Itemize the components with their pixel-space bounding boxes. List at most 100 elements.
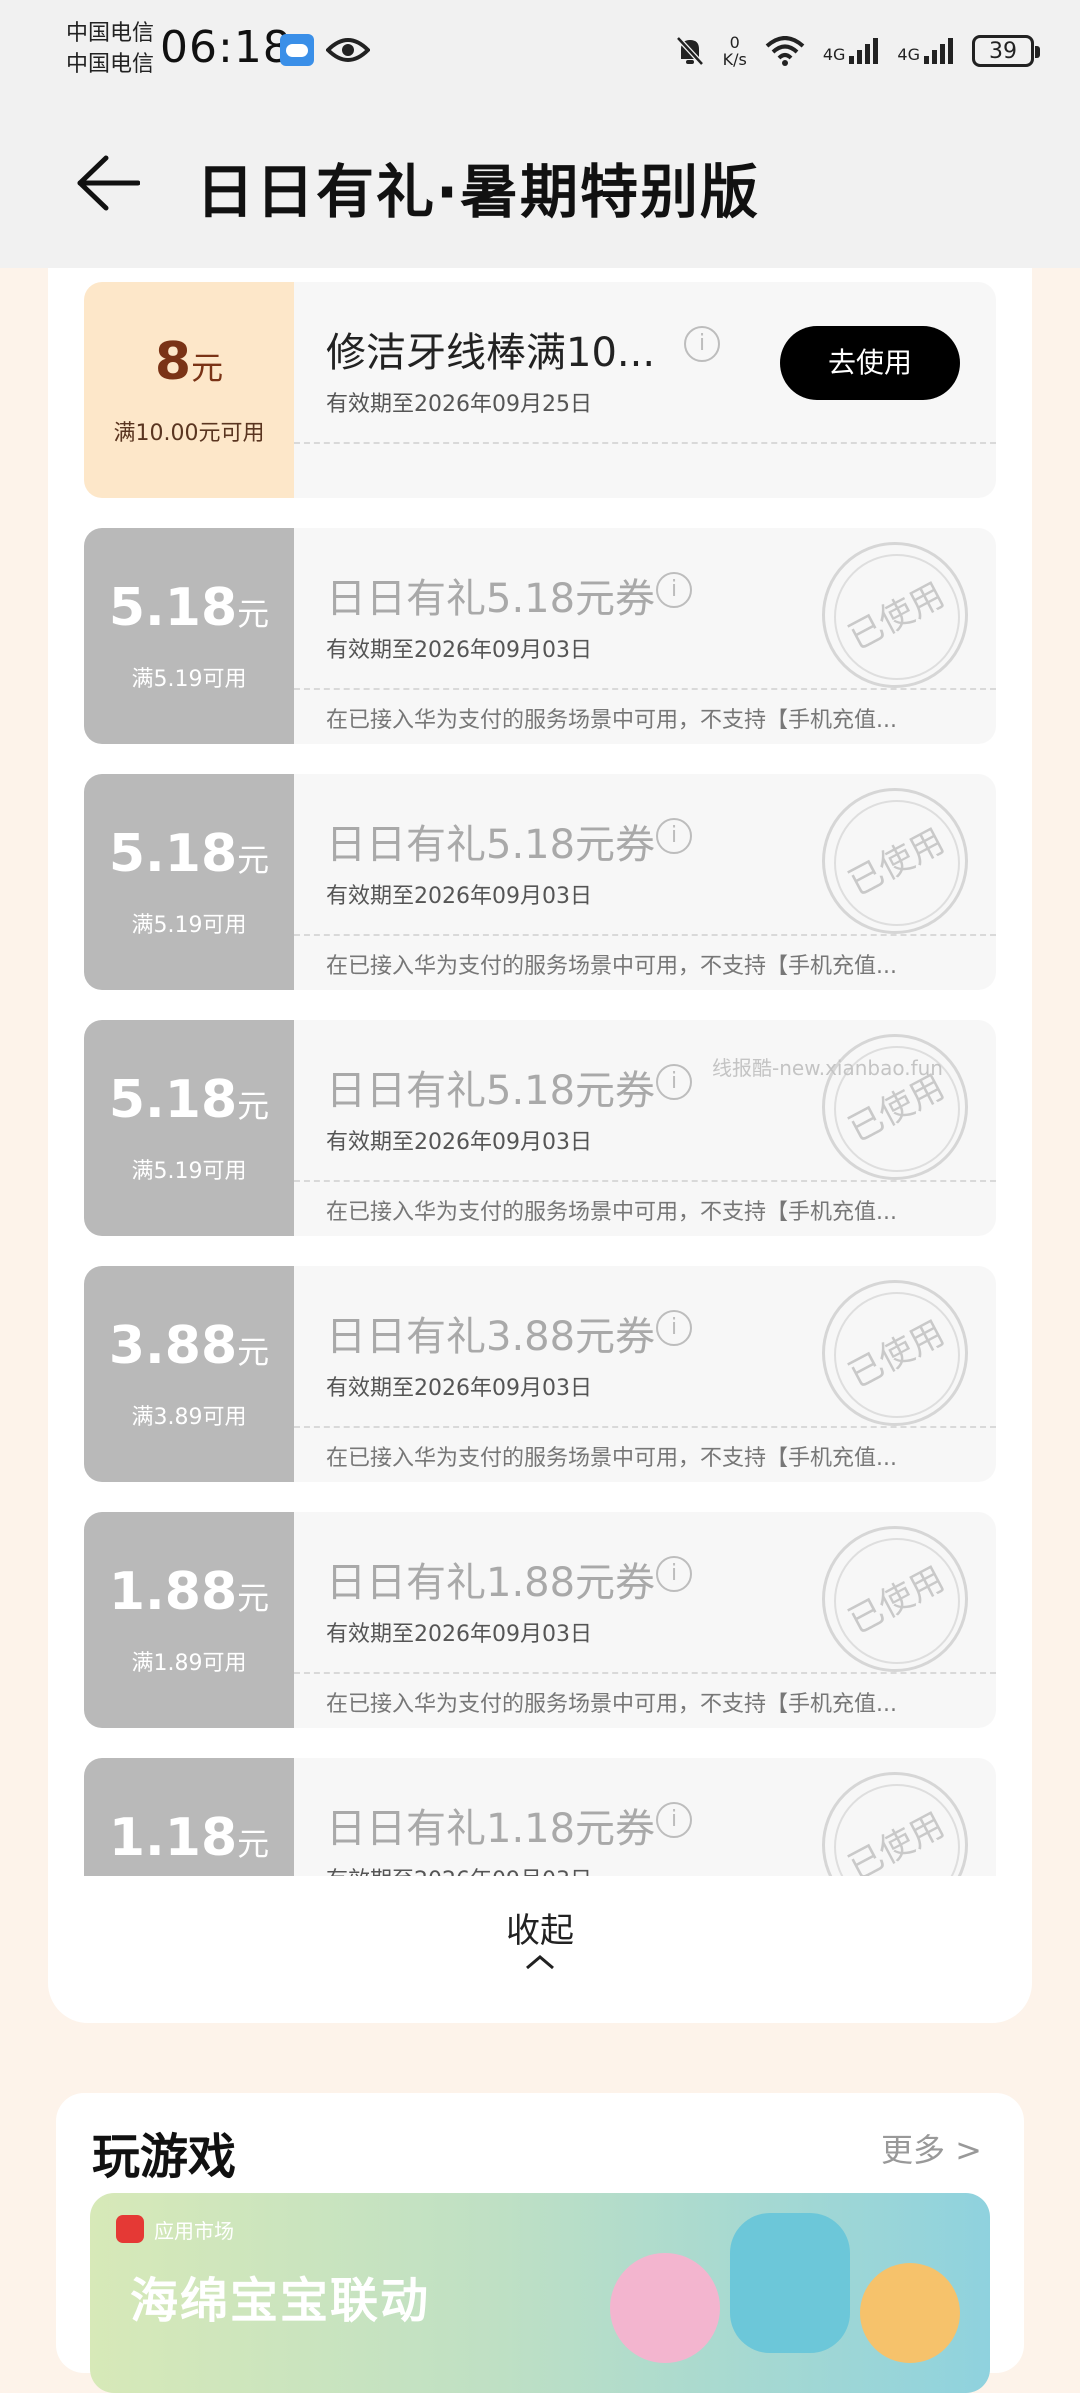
coupon-condition: 满5.19可用 xyxy=(131,913,247,938)
coupon-description: 在已接入华为支付的服务场景中可用，不支持【手机充值... xyxy=(326,1446,897,1471)
signal-1-label: 4G xyxy=(822,45,846,64)
weather-icon xyxy=(280,34,314,66)
coupon-details: 日日有礼5.18元券 i 有效期至2026年09月03日 在已接入华为支付的服务… xyxy=(294,528,996,744)
divider xyxy=(294,688,996,690)
signal-bars-icon xyxy=(849,38,879,64)
coupon-name: 日日有礼1.88元券 xyxy=(326,1560,656,1606)
back-arrow-icon[interactable] xyxy=(76,154,140,212)
coupon-description: 在已接入华为支付的服务场景中可用，不支持【手机充值... xyxy=(326,708,897,733)
more-link[interactable]: 更多 > xyxy=(881,2125,982,2171)
used-stamp: 已使用 xyxy=(822,788,968,934)
game-banner[interactable]: 应用市场 海绵宝宝联动 xyxy=(90,2193,990,2393)
coupon-details: 日日有礼3.88元券 i 有效期至2026年09月03日 在已接入华为支付的服务… xyxy=(294,1266,996,1482)
info-icon[interactable]: i xyxy=(656,818,692,854)
coupon-validity: 有效期至2026年09月03日 xyxy=(326,1862,592,1876)
used-stamp: 已使用 xyxy=(822,542,968,688)
carrier-1: 中国电信 xyxy=(66,21,155,46)
watermark: 线报酷-new.xianbao.fun xyxy=(712,1056,943,1080)
coupon-name: 修洁牙线棒满10... xyxy=(326,330,656,376)
coupon-validity: 有效期至2026年09月03日 xyxy=(326,1376,592,1401)
coupon-amount-block: 1.88元 满1.89可用 xyxy=(84,1512,294,1728)
coupon-validity: 有效期至2026年09月03日 xyxy=(326,638,592,663)
banner-store-label: 应用市场 xyxy=(154,2219,234,2243)
coupon-description: 在已接入华为支付的服务场景中可用，不支持【手机充值... xyxy=(326,954,897,979)
coupon-card: 3.88元 满3.89可用 日日有礼3.88元券 i 有效期至2026年09月0… xyxy=(84,1266,996,1482)
wifi-icon xyxy=(765,36,805,66)
chevron-up-icon[interactable] xyxy=(524,1953,556,1971)
coupon-amount-block: 1.18元 xyxy=(84,1758,294,1876)
coupon-name: 日日有礼5.18元券 xyxy=(326,1068,656,1114)
info-icon[interactable]: i xyxy=(656,1310,692,1346)
coupon-amount: 8元 xyxy=(154,332,224,392)
info-icon[interactable]: i xyxy=(656,1802,692,1838)
coupon-description: 在已接入华为支付的服务场景中可用，不支持【手机充值... xyxy=(326,1200,897,1225)
battery-indicator: 39 xyxy=(972,35,1040,67)
signal-2-label: 4G xyxy=(897,45,920,64)
coupon-panel: 8元 满10.00元可用 修洁牙线棒满10... i 有效期至2026年09月2… xyxy=(48,268,1032,2023)
coupon-amount-block: 5.18元 满5.19可用 xyxy=(84,528,294,744)
coupon-condition: 满5.19可用 xyxy=(131,667,247,692)
coupon-card: 1.18元 日日有礼1.18元券 i 有效期至2026年09月03日 已使用 xyxy=(84,1758,996,1876)
coupon-validity: 有效期至2026年09月03日 xyxy=(326,1130,592,1155)
divider xyxy=(294,442,996,444)
status-icons: 0 K/s 4G 4G 39 xyxy=(675,26,1040,76)
coupon-card: 5.18元 满5.19可用 日日有礼5.18元券 i 有效期至2026年09月0… xyxy=(84,774,996,990)
banner-character-image xyxy=(860,2263,960,2363)
net-speed: 0 K/s xyxy=(723,34,747,68)
carrier-2: 中国电信 xyxy=(66,52,155,77)
top-area: 中国电信 中国电信 06:18 0 K/s 4G 4G 39 日日有礼·暑期特别… xyxy=(0,0,1080,268)
coupon-amount-block: 8元 满10.00元可用 xyxy=(84,282,294,498)
status-bar: 中国电信 中国电信 06:18 0 K/s 4G 4G 39 xyxy=(0,0,1080,100)
info-icon[interactable]: i xyxy=(656,572,692,608)
coupon-name: 日日有礼5.18元券 xyxy=(326,822,656,868)
coupon-amount-block: 5.18元 满5.19可用 xyxy=(84,1020,294,1236)
coupon-validity: 有效期至2026年09月25日 xyxy=(326,392,592,417)
eye-icon xyxy=(326,38,370,62)
coupon-name: 日日有礼5.18元券 xyxy=(326,576,656,622)
coupon-amount-block: 3.88元 满3.89可用 xyxy=(84,1266,294,1482)
coupon-condition: 满5.19可用 xyxy=(131,1159,247,1184)
coupon-validity: 有效期至2026年09月03日 xyxy=(326,1622,592,1647)
coupon-amount: 5.18元 xyxy=(108,1070,270,1130)
coupon-condition: 满1.89可用 xyxy=(131,1651,247,1676)
coupon-details: 日日有礼1.88元券 i 有效期至2026年09月03日 在已接入华为支付的服务… xyxy=(294,1512,996,1728)
coupon-name: 日日有礼1.18元券 xyxy=(326,1806,656,1852)
net-speed-value: 0 xyxy=(729,33,740,52)
coupon-amount: 1.18元 xyxy=(108,1808,270,1868)
coupon-condition: 满10.00元可用 xyxy=(113,421,265,446)
coupon-amount-block: 5.18元 满5.19可用 xyxy=(84,774,294,990)
app-store-logo-icon xyxy=(116,2215,144,2243)
coupon-card: 1.88元 满1.89可用 日日有礼1.88元券 i 有效期至2026年09月0… xyxy=(84,1512,996,1728)
coupon-details: 修洁牙线棒满10... i 有效期至2026年09月25日 去使用 xyxy=(294,282,996,498)
collapse-button[interactable]: 收起 xyxy=(48,1903,1032,1952)
page-title: 日日有礼·暑期特别版 xyxy=(196,158,761,226)
used-stamp: 已使用 xyxy=(822,1526,968,1672)
coupon-validity: 有效期至2026年09月03日 xyxy=(326,884,592,909)
banner-title: 海绵宝宝联动 xyxy=(130,2273,431,2329)
divider xyxy=(294,1426,996,1428)
coupon-description: 在已接入华为支付的服务场景中可用，不支持【手机充值... xyxy=(326,1692,897,1717)
section-title: 玩游戏 xyxy=(92,2129,237,2185)
divider xyxy=(294,1672,996,1674)
used-stamp: 已使用 xyxy=(822,1280,968,1426)
use-coupon-button[interactable]: 去使用 xyxy=(780,326,960,400)
coupon-amount: 5.18元 xyxy=(108,824,270,884)
coupon-details: 日日有礼1.18元券 i 有效期至2026年09月03日 已使用 xyxy=(294,1758,996,1876)
divider xyxy=(294,1180,996,1182)
games-section: 玩游戏 更多 > 应用市场 海绵宝宝联动 xyxy=(56,2093,1024,2393)
coupon-condition: 满3.89可用 xyxy=(131,1405,247,1430)
banner-character-image xyxy=(610,2253,720,2363)
coupon-card: 8元 满10.00元可用 修洁牙线棒满10... i 有效期至2026年09月2… xyxy=(84,282,996,498)
coupon-card: 5.18元 满5.19可用 日日有礼5.18元券 i 有效期至2026年09月0… xyxy=(84,528,996,744)
coupon-amount: 3.88元 xyxy=(108,1316,270,1376)
banner-character-image xyxy=(730,2213,850,2353)
signal-1: 4G xyxy=(823,38,880,64)
info-icon[interactable]: i xyxy=(684,326,720,362)
info-icon[interactable]: i xyxy=(656,1064,692,1100)
coupon-details: 日日有礼5.18元券 i 有效期至2026年09月03日 在已接入华为支付的服务… xyxy=(294,774,996,990)
used-stamp: 已使用 xyxy=(822,1772,968,1876)
info-icon[interactable]: i xyxy=(656,1556,692,1592)
divider xyxy=(294,934,996,936)
coupon-name: 日日有礼3.88元券 xyxy=(326,1314,656,1360)
mute-notification-icon xyxy=(675,36,704,66)
